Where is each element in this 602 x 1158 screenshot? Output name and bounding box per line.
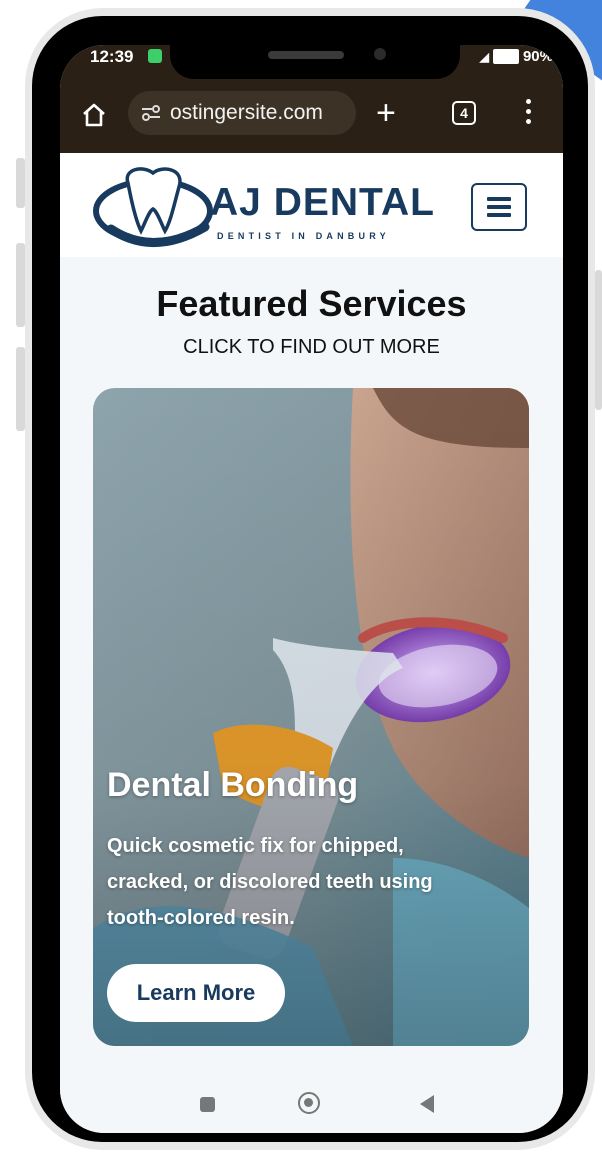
service-card[interactable]: Dental Bonding Quick cosmetic fix for ch… — [93, 388, 529, 1046]
recent-apps-icon[interactable] — [200, 1097, 215, 1112]
phone-volume-up-button — [16, 243, 25, 327]
phone-volume-down-button — [16, 347, 25, 431]
app-notification-icon — [148, 49, 162, 63]
phone-side-button — [16, 158, 25, 208]
section-title: Featured Services — [156, 283, 467, 324]
status-indicators: ◢ 90% — [480, 48, 553, 65]
speaker-grille — [268, 51, 344, 59]
service-description: Quick cosmetic fix for chipped, cracked,… — [107, 835, 433, 929]
site-settings-icon[interactable] — [140, 102, 162, 124]
browser-menu-icon[interactable] — [526, 99, 532, 127]
battery-level: 90% — [522, 48, 553, 65]
home-icon[interactable] — [80, 101, 108, 129]
battery-icon — [492, 49, 519, 64]
phone-power-button — [595, 270, 602, 410]
section-subtitle: CLICK TO FIND OUT MORE — [183, 336, 440, 358]
brand-tagline: DENTIST IN DANBURY — [217, 231, 390, 241]
service-title[interactable]: Dental Bonding — [107, 766, 358, 805]
phone-screen: 12:39 ◢ 90% ostingersite.com + 4 AJ DENT… — [60, 45, 563, 1133]
tab-switcher-button[interactable]: 4 — [452, 101, 476, 125]
front-camera — [374, 48, 386, 60]
address-bar[interactable]: ostingersite.com — [128, 91, 356, 135]
learn-more-button[interactable]: Learn More — [107, 964, 285, 1022]
tooth-logo-icon[interactable] — [93, 161, 213, 251]
dental-treatment-photo — [93, 388, 529, 1046]
url-text[interactable]: ostingersite.com — [170, 101, 323, 125]
new-tab-button[interactable]: + — [376, 93, 396, 133]
home-nav-icon[interactable] — [298, 1092, 320, 1114]
back-icon[interactable] — [420, 1095, 434, 1113]
browser-chrome: 12:39 ◢ 90% ostingersite.com + 4 — [60, 45, 563, 153]
android-nav-bar — [60, 1085, 563, 1133]
menu-toggle-button[interactable] — [471, 183, 527, 231]
site-header: AJ DENTAL DENTIST IN DANBURY — [60, 153, 563, 257]
browser-toolbar: ostingersite.com + 4 — [60, 87, 563, 141]
brand-name[interactable]: AJ DENTAL — [210, 181, 435, 225]
camera-notch — [170, 45, 460, 79]
signal-icon: ◢ — [479, 49, 489, 64]
status-time: 12:39 — [90, 47, 134, 66]
